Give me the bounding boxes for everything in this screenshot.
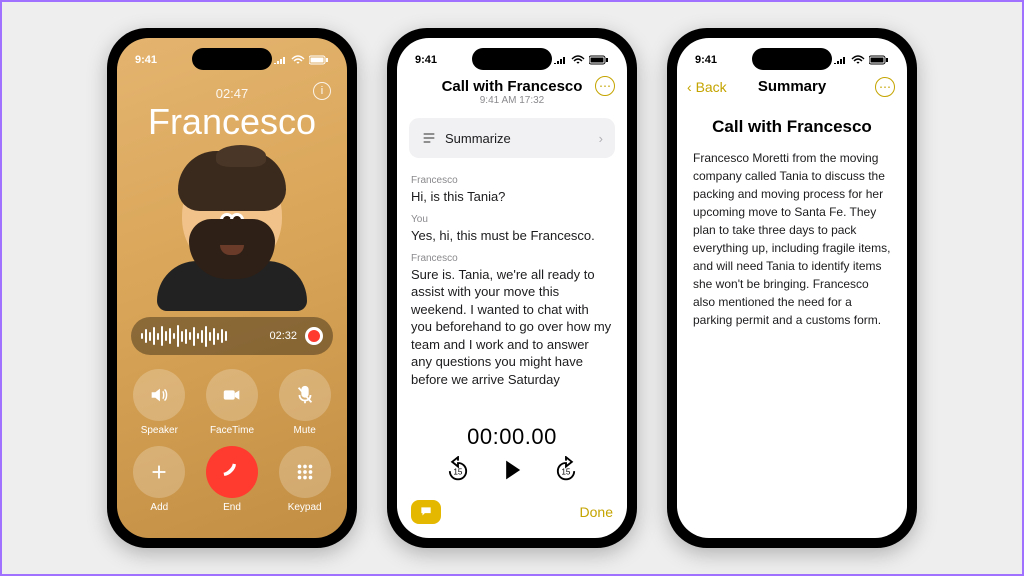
battery-icon (309, 55, 329, 65)
transcript-body[interactable]: Francesco Hi, is this Tania? You Yes, hi… (397, 166, 627, 420)
chevron-left-icon: ‹ (687, 79, 692, 95)
transcript-line: Sure is. Tania, we're all ready to assis… (411, 266, 613, 389)
transcript-subtitle: 9:41 AM 17:32 (397, 95, 627, 106)
transcript-title: Call with Francesco (397, 78, 627, 95)
summary-body: Francesco Moretti from the moving compan… (693, 149, 891, 329)
wifi-icon (291, 55, 305, 65)
record-button[interactable] (305, 327, 323, 345)
facetime-button[interactable]: FaceTime (204, 369, 261, 436)
waveform-icon (141, 325, 261, 347)
status-icons (273, 55, 329, 65)
summary-document[interactable]: Call with Francesco Francesco Moretti fr… (677, 101, 907, 339)
summary-title: Call with Francesco (693, 117, 891, 137)
caller-avatar (152, 151, 312, 311)
signal-icon (553, 55, 567, 65)
speaker-label: Speaker (141, 425, 178, 436)
svg-text:15: 15 (561, 468, 571, 477)
status-icons (553, 55, 609, 65)
summarize-label: Summarize (445, 131, 511, 146)
signal-icon (273, 55, 287, 65)
signal-icon (833, 55, 847, 65)
keypad-label: Keypad (288, 502, 322, 513)
phone-call: 9:41 i 02:47 Francesco 02:32 (107, 28, 357, 548)
summary-nav: ‹ Back Summary ⋯ (677, 72, 907, 101)
share-icon[interactable]: ⋯ (875, 77, 895, 97)
rewind-15-icon[interactable]: 15 (444, 456, 472, 484)
back-button[interactable]: ‹ Back (687, 79, 727, 95)
battery-icon (589, 55, 609, 65)
transcript-screen: 9:41 Call with Francesco 9:41 AM 17:32 ⋯… (397, 38, 627, 538)
speaker-label: Francesco (411, 174, 613, 188)
nav-title: Summary (758, 78, 826, 95)
transcript-line: Yes, hi, this must be Francesco. (411, 227, 613, 245)
speaker-button[interactable]: Speaker (131, 369, 188, 436)
call-controls: Speaker FaceTime Mute Add End Keypad (117, 355, 347, 529)
summary-screen: 9:41 ‹ Back Summary ⋯ Call with Francesc… (677, 38, 907, 538)
mute-label: Mute (294, 425, 316, 436)
dynamic-island (472, 48, 552, 70)
status-time: 9:41 (415, 54, 437, 66)
done-button[interactable]: Done (580, 504, 613, 520)
wifi-icon (571, 55, 585, 65)
chevron-right-icon: › (599, 131, 603, 146)
svg-text:15: 15 (453, 468, 463, 477)
call-screen: 9:41 i 02:47 Francesco 02:32 (117, 38, 347, 538)
keypad-button[interactable]: Keypad (276, 446, 333, 513)
play-icon[interactable] (498, 456, 526, 484)
caller-name: Francesco (117, 101, 347, 143)
add-button[interactable]: Add (131, 446, 188, 513)
summarize-icon (421, 130, 437, 146)
forward-15-icon[interactable]: 15 (552, 456, 580, 484)
end-call-button[interactable]: End (204, 446, 261, 513)
add-label: Add (150, 502, 168, 513)
more-icon[interactable]: ⋯ (595, 76, 615, 96)
summarize-button[interactable]: Summarize › (409, 118, 615, 158)
playback-controls: 15 15 (397, 454, 627, 492)
speaker-label: Francesco (411, 252, 613, 266)
phone-transcript: 9:41 Call with Francesco 9:41 AM 17:32 ⋯… (387, 28, 637, 548)
wifi-icon (851, 55, 865, 65)
status-icons (833, 55, 889, 65)
recording-time: 02:32 (269, 330, 297, 342)
battery-icon (869, 55, 889, 65)
transcript-chip-icon[interactable] (411, 500, 441, 524)
transcript-header: Call with Francesco 9:41 AM 17:32 ⋯ (397, 72, 627, 110)
info-icon[interactable]: i (313, 82, 331, 100)
facetime-label: FaceTime (210, 425, 254, 436)
transcript-line: Hi, is this Tania? (411, 188, 613, 206)
status-time: 9:41 (135, 54, 157, 66)
mute-button[interactable]: Mute (276, 369, 333, 436)
transcript-footer: Done (397, 492, 627, 538)
status-time: 9:41 (695, 54, 717, 66)
playback-timer: 00:00.00 (397, 420, 627, 454)
dynamic-island (192, 48, 272, 70)
end-label: End (223, 502, 241, 513)
speaker-label: You (411, 213, 613, 227)
phone-summary: 9:41 ‹ Back Summary ⋯ Call with Francesc… (667, 28, 917, 548)
dynamic-island (752, 48, 832, 70)
recording-bar: 02:32 (131, 317, 333, 355)
